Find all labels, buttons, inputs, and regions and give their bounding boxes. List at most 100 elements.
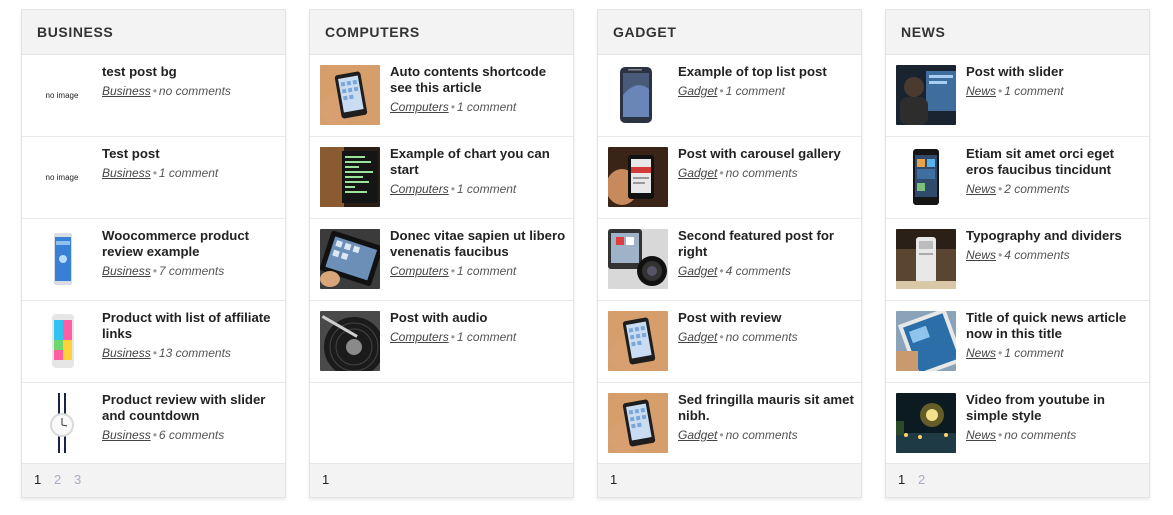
comment-count: no comments: [158, 84, 231, 98]
post-thumbnail[interactable]: no image: [32, 65, 92, 125]
page-link-1[interactable]: 1: [322, 472, 342, 487]
post-list: Auto contents shortcode see this article…: [310, 55, 573, 465]
category-link[interactable]: Gadget: [678, 84, 717, 98]
post-title-link[interactable]: Post with review: [678, 310, 854, 326]
comment-count: 1 comment: [1004, 346, 1064, 360]
post-meta: Business • no comments: [102, 84, 278, 98]
post-thumbnail[interactable]: [320, 65, 380, 125]
post-meta: News • 2 comments: [966, 182, 1142, 196]
category-link[interactable]: Gadget: [678, 166, 717, 180]
post-title-link[interactable]: Post with carousel gallery: [678, 146, 854, 162]
post-title-link[interactable]: Sed fringilla mauris sit amet nibh.: [678, 392, 854, 424]
post-title-link[interactable]: Donec vitae sapien ut libero venenatis f…: [390, 228, 566, 260]
category-link[interactable]: Business: [102, 264, 151, 278]
category-link[interactable]: Gadget: [678, 264, 717, 278]
post-title-link[interactable]: Product with list of affiliate links: [102, 310, 278, 342]
post-thumbnail[interactable]: no image: [32, 147, 92, 207]
widget-title[interactable]: BUSINESS: [22, 10, 285, 55]
category-link[interactable]: Business: [102, 84, 151, 98]
list-item: Etiam sit amet orci eget eros faucibus t…: [886, 137, 1149, 219]
category-link[interactable]: Business: [102, 346, 151, 360]
page-link-2[interactable]: 2: [54, 472, 74, 487]
post-thumbnail[interactable]: [32, 229, 92, 289]
comment-count: 1 comment: [1004, 84, 1064, 98]
post-thumbnail[interactable]: [896, 147, 956, 207]
comment-count: 13 comments: [158, 346, 231, 360]
post-thumbnail[interactable]: [320, 229, 380, 289]
post-title-link[interactable]: Post with slider: [966, 64, 1142, 80]
post-title-link[interactable]: Title of quick news article now in this …: [966, 310, 1142, 342]
pagination: 1: [310, 463, 573, 497]
category-link[interactable]: News: [966, 182, 996, 196]
category-link[interactable]: Computers: [390, 330, 449, 344]
meta-separator: •: [998, 346, 1003, 360]
category-link[interactable]: Gadget: [678, 330, 717, 344]
widget-title[interactable]: GADGET: [598, 10, 861, 55]
page-link-1[interactable]: 1: [34, 472, 54, 487]
category-link[interactable]: Computers: [390, 264, 449, 278]
meta-separator: •: [152, 166, 157, 180]
category-link[interactable]: Gadget: [678, 428, 717, 442]
category-link[interactable]: Business: [102, 166, 151, 180]
post-title-link[interactable]: Example of chart you can start: [390, 146, 566, 178]
post-meta: News • no comments: [966, 428, 1142, 442]
post-thumbnail[interactable]: [608, 65, 668, 125]
post-title-link[interactable]: Product review with slider and countdown: [102, 392, 278, 424]
post-thumbnail[interactable]: [608, 147, 668, 207]
category-link[interactable]: Computers: [390, 100, 449, 114]
page-link-1[interactable]: 1: [898, 472, 918, 487]
category-link[interactable]: Computers: [390, 182, 449, 196]
post-thumbnail[interactable]: [608, 229, 668, 289]
post-thumbnail[interactable]: [608, 393, 668, 453]
post-title-link[interactable]: test post bg: [102, 64, 278, 80]
list-item: Video from youtube in simple style News • n…: [886, 383, 1149, 465]
meta-separator: •: [998, 84, 1003, 98]
comment-count: 1 comment: [725, 84, 785, 98]
post-thumbnail[interactable]: [320, 311, 380, 371]
meta-separator: •: [450, 100, 455, 114]
post-title-link[interactable]: Etiam sit amet orci eget eros faucibus t…: [966, 146, 1142, 178]
post-thumbnail[interactable]: [608, 311, 668, 371]
page-link-1[interactable]: 1: [610, 472, 630, 487]
page-link-2[interactable]: 2: [918, 472, 938, 487]
category-link[interactable]: News: [966, 346, 996, 360]
post-title-link[interactable]: Second featured post for right: [678, 228, 854, 260]
category-link[interactable]: Business: [102, 428, 151, 442]
post-title-link[interactable]: Test post: [102, 146, 278, 162]
post-thumbnail[interactable]: [32, 393, 92, 453]
post-thumbnail[interactable]: [32, 311, 92, 371]
meta-separator: •: [152, 264, 157, 278]
comment-count: 6 comments: [158, 428, 225, 442]
post-meta: Computers • 1 comment: [390, 182, 566, 196]
category-link[interactable]: News: [966, 428, 996, 442]
pagination: 123: [22, 463, 285, 497]
post-meta: Gadget • no comments: [678, 166, 854, 180]
post-title-link[interactable]: Example of top list post: [678, 64, 854, 80]
category-widget-business: BUSINESS no image test post bg Business • no …: [21, 9, 286, 498]
post-title-link[interactable]: Post with audio: [390, 310, 566, 326]
post-title-link[interactable]: Woocommerce product review example: [102, 228, 278, 260]
post-thumbnail[interactable]: [896, 311, 956, 371]
category-link[interactable]: News: [966, 84, 996, 98]
post-thumbnail[interactable]: [896, 393, 956, 453]
page-link-3[interactable]: 3: [74, 472, 94, 487]
comment-count: 1 comment: [456, 182, 517, 196]
post-title-link[interactable]: Video from youtube in simple style: [966, 392, 1142, 424]
list-item: Second featured post for right Gadget • 4 c…: [598, 219, 861, 301]
pagination: 1: [598, 463, 861, 497]
post-thumbnail[interactable]: [896, 65, 956, 125]
widget-title[interactable]: COMPUTERS: [310, 10, 573, 55]
post-thumbnail[interactable]: [320, 147, 380, 207]
meta-separator: •: [719, 428, 724, 442]
meta-separator: •: [152, 428, 157, 442]
meta-separator: •: [152, 84, 157, 98]
widget-title[interactable]: NEWS: [886, 10, 1149, 55]
list-item: Example of top list post Gadget • 1 comment: [598, 55, 861, 137]
post-meta: News • 4 comments: [966, 248, 1142, 262]
post-title-link[interactable]: Auto contents shortcode see this article: [390, 64, 566, 96]
list-item: Post with carousel gallery Gadget • no comm…: [598, 137, 861, 219]
comment-count: no comments: [725, 330, 798, 344]
post-thumbnail[interactable]: [896, 229, 956, 289]
post-title-link[interactable]: Typography and dividers: [966, 228, 1142, 244]
category-link[interactable]: News: [966, 248, 996, 262]
